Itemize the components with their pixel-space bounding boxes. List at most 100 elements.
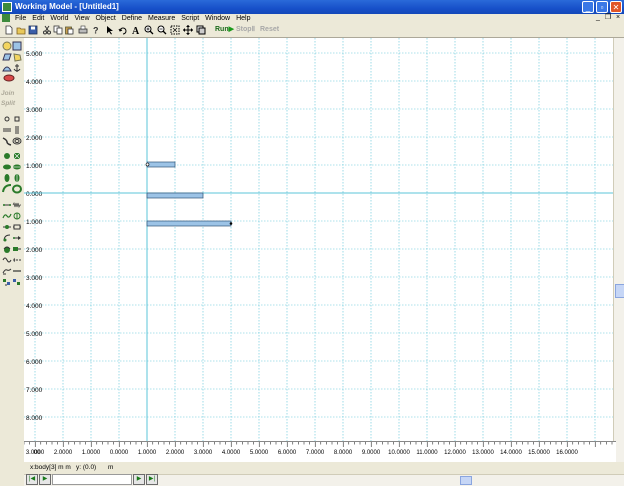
menu-help[interactable]: Help [233,14,253,23]
zoom-fit-icon[interactable] [170,25,180,35]
document-icon[interactable] [2,14,10,22]
step-back-icon[interactable]: |◀ [26,474,38,485]
run-button[interactable]: Run▶ [215,25,234,35]
rotational-damper-icon[interactable] [12,222,22,232]
y-axis-label: 5.000 [26,331,43,338]
menu-define[interactable]: Define [119,14,145,23]
pendulum-icon[interactable] [12,277,22,287]
motor-joint-icon[interactable] [2,173,12,183]
step-forward-icon[interactable]: ▶| [146,474,158,485]
slot-tool-icon[interactable] [2,73,22,83]
polygon-tool-icon[interactable] [12,52,22,62]
playback-slider[interactable] [52,474,132,485]
menu-world[interactable]: World [47,14,71,23]
zoom-in-icon[interactable] [144,25,154,35]
x-axis-label: 10.0000 [388,450,410,456]
damper-icon[interactable] [2,222,12,232]
arrow-select-icon[interactable] [105,25,115,35]
tracking-icon[interactable] [2,277,12,287]
curved-joint-icon[interactable] [12,173,22,183]
menu-edit[interactable]: Edit [29,14,47,23]
separator-icon[interactable] [12,255,22,265]
rod-icon[interactable] [2,200,12,210]
play-forward-icon[interactable]: ▶ [133,474,145,485]
body-3[interactable] [146,220,233,227]
line-icon[interactable] [12,266,22,276]
square-point-icon[interactable] [12,114,22,124]
curved-slot-joint-icon[interactable] [2,184,12,194]
square-tool-icon[interactable] [2,52,12,62]
curved-body-tool-icon[interactable] [2,63,12,73]
minimize-icon[interactable]: _ [582,1,594,13]
new-file-icon[interactable] [4,25,14,35]
rope-icon[interactable] [2,211,12,221]
play-icon[interactable]: ▶ [39,474,51,485]
closed-slot-icon[interactable] [12,136,22,146]
y-axis-label: 6.000 [26,359,43,366]
horizontal-slot-icon[interactable] [2,125,12,135]
anchor-tool-icon[interactable] [12,63,22,73]
menu-view[interactable]: View [72,14,93,23]
open-folder-icon[interactable] [16,25,26,35]
reset-button[interactable]: Reset [260,25,279,35]
pulley-icon[interactable] [2,233,12,243]
copy-icon[interactable] [53,25,63,35]
gear-icon[interactable] [2,255,12,265]
menu-measure[interactable]: Measure [145,14,178,23]
text-tool-icon[interactable]: A [131,25,141,35]
x-axis-label: 3.0000 [194,450,213,456]
force-icon[interactable] [12,233,22,243]
body-1[interactable] [145,161,176,168]
closed-slot-joint-icon[interactable] [12,184,22,194]
paste-icon[interactable] [64,25,74,35]
vertical-slot-icon[interactable] [12,125,22,135]
rectangle-tool-icon[interactable] [12,41,22,51]
circle-tool-icon[interactable] [2,41,12,51]
keyed-joint-icon[interactable] [2,162,12,172]
run-arrow-icon: ▶ [228,26,234,33]
slot-joint-icon[interactable] [12,162,22,172]
y-axis-label: 2.000 [26,247,43,254]
cut-icon[interactable] [42,25,52,35]
menu-window[interactable]: Window [202,14,233,23]
rigid-joint-icon[interactable] [12,151,22,161]
curved-slot-icon[interactable] [2,136,12,146]
torque-icon[interactable] [2,244,12,254]
point-element-icon[interactable] [2,114,12,124]
menu-script[interactable]: Script [178,14,202,23]
vertical-scroll-thumb[interactable] [615,284,624,298]
workspace-canvas[interactable]: 5.000 4.000 3.000 2.000 1.000 0.000 1.000 2.000… [24,38,616,441]
y-coordinate-field: y: (0.0) [76,464,97,471]
horizontal-scroll-thumb[interactable] [460,476,472,485]
pan-icon[interactable] [183,25,193,35]
x-coordinate-field: x:body[3] m m [30,464,71,471]
grid-lines [24,38,616,441]
mdi-restore-icon[interactable]: ❐ [604,14,612,22]
save-icon[interactable] [28,25,38,35]
menu-file[interactable]: File [12,14,29,23]
stop-button[interactable]: StopⅡ [236,25,255,35]
rotational-spring-icon[interactable] [12,211,22,221]
split-button[interactable]: Split [1,100,23,107]
menu-object[interactable]: Object [93,14,119,23]
print-icon[interactable] [78,25,88,35]
status-bar: x:body[3] m m y: (0.0) m [0,462,624,474]
menu-list: File Edit World View Object Define Measure Scri… [12,14,253,23]
help-icon[interactable]: ? [90,25,100,36]
object-tool-icon[interactable] [196,25,206,35]
join-button[interactable]: Join [1,90,23,97]
close-icon[interactable]: ✕ [610,1,622,13]
spring-icon[interactable] [12,200,22,210]
maximize-icon[interactable]: ▫ [596,1,608,13]
mdi-minimize-icon[interactable]: _ [594,14,602,22]
body-2[interactable] [146,192,204,199]
pin-joint-icon[interactable] [2,151,12,161]
actuator-icon[interactable] [12,244,22,254]
mdi-close-icon[interactable]: × [614,14,622,22]
belt-icon[interactable] [2,266,12,276]
zoom-out-icon[interactable] [157,25,167,35]
x-axis-label: 12.0000 [444,450,466,456]
svg-text:A: A [132,26,140,35]
vertical-scrollbar[interactable] [613,38,624,462]
rotate-icon[interactable] [118,25,128,35]
